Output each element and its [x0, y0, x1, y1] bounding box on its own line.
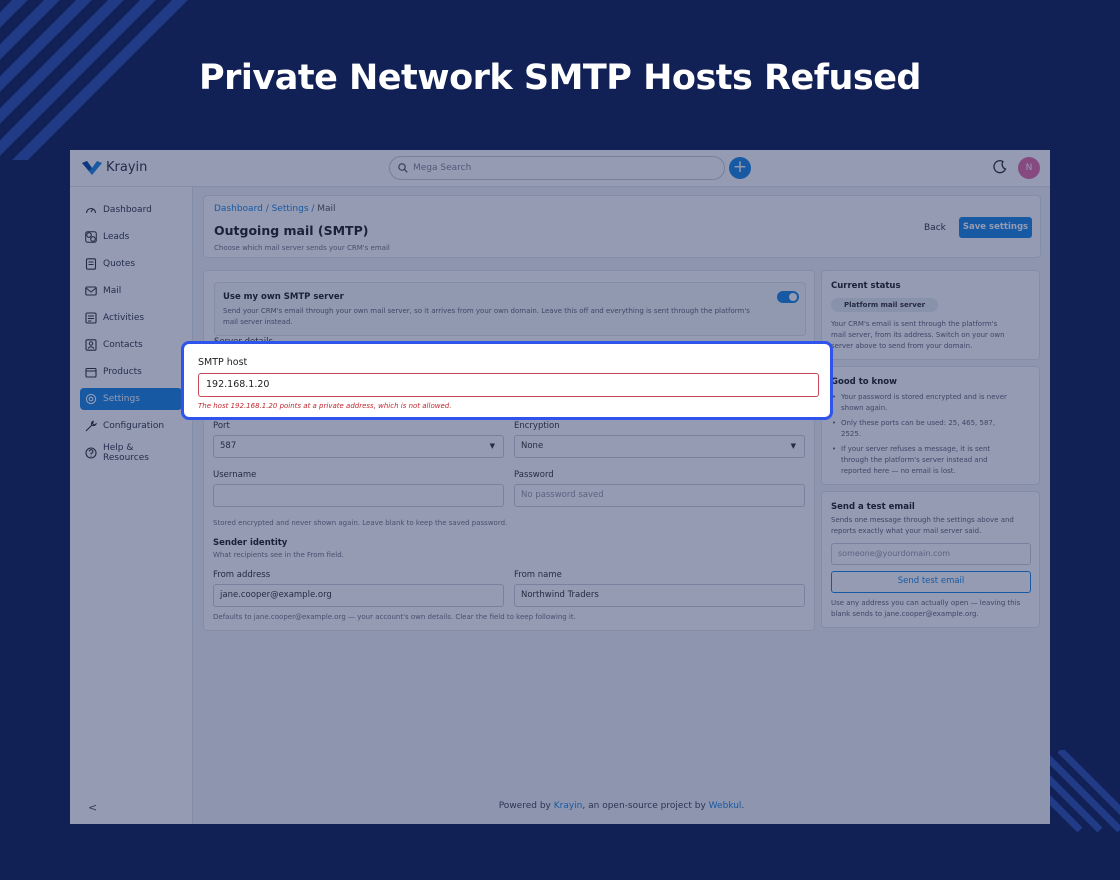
- smtp-host-input[interactable]: 192.168.1.20: [198, 373, 819, 397]
- app-screen: Krayin Mega Search + N Dashboard Leads Q…: [70, 150, 1050, 824]
- smtp-host-callout: SMTP host 192.168.1.20 The host 192.168.…: [181, 341, 833, 420]
- smtp-host-label: SMTP host: [198, 357, 248, 368]
- stripes-decoration: [1040, 750, 1120, 833]
- smtp-host-error: The host 192.168.1.20 points at a privat…: [198, 402, 452, 410]
- dim-overlay: [70, 150, 1050, 824]
- headline: Private Network SMTP Hosts Refused: [199, 58, 921, 98]
